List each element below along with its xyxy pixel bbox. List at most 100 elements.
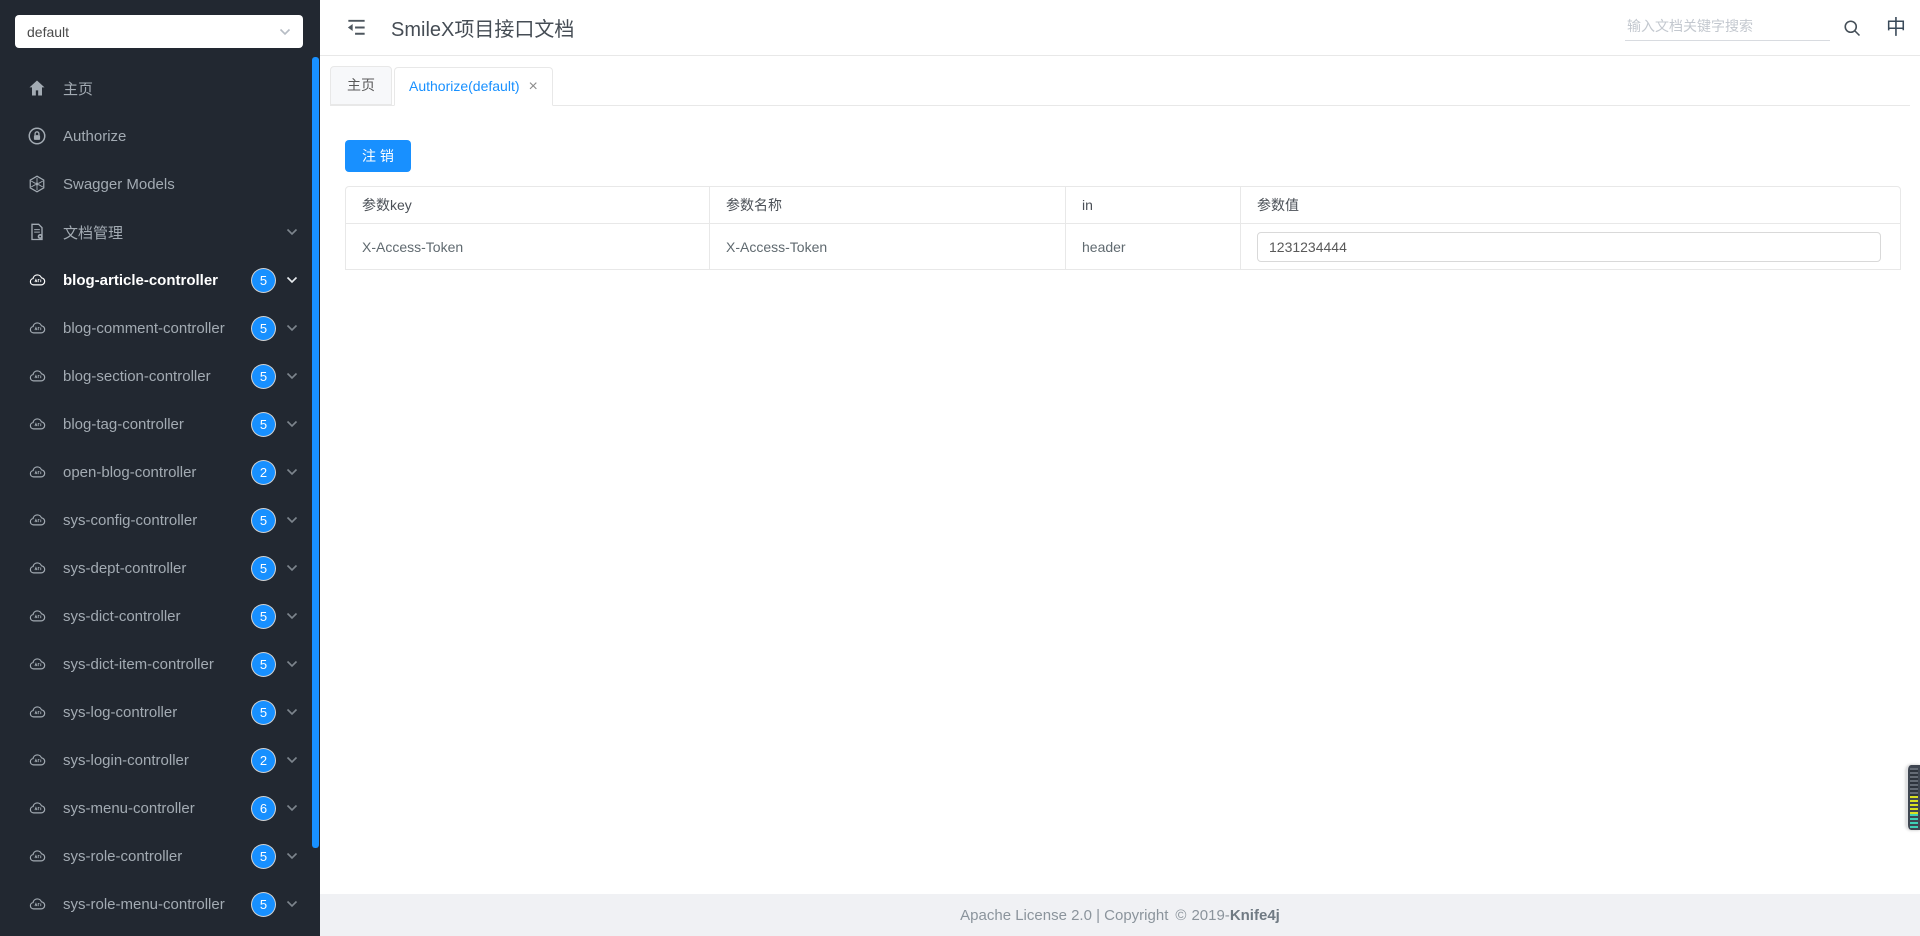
language-toggle-icon[interactable]: 中 (1886, 18, 1906, 38)
tab-label: Authorize(default) (409, 78, 520, 94)
footer-brand: Knife4j (1229, 906, 1280, 924)
menu-fold-icon[interactable] (345, 16, 369, 40)
api-count-badge: 2 (252, 748, 275, 772)
striped-widget-dark-section (1910, 768, 1918, 796)
api-cloud-icon (26, 845, 48, 867)
api-cloud-icon (26, 509, 48, 531)
sidebar-item-sys-dict-item-controller[interactable]: sys-dict-item-controller 5 (0, 640, 312, 688)
api-count-badge: 5 (252, 652, 275, 676)
sidebar: default 主页 Authorize Swagger Models 文档管理… (0, 0, 320, 936)
chevron-down-icon (286, 756, 298, 764)
column-header-param-name: 参数名称 (710, 186, 1066, 224)
models-icon (26, 173, 48, 195)
copyright-icon: © (1175, 906, 1187, 924)
chevron-down-icon (286, 324, 298, 332)
sidebar-item-sys-role-menu-controller[interactable]: sys-role-menu-controller 5 (0, 880, 312, 928)
controller-list: blog-article-controller 5 blog-comment-c… (0, 256, 312, 928)
chevron-down-icon (286, 420, 298, 428)
api-count-badge: 6 (252, 796, 275, 820)
chevron-down-icon (286, 660, 298, 668)
column-header-param-value: 参数值 (1241, 186, 1901, 224)
api-count-badge: 5 (252, 892, 275, 916)
striped-edge-widget[interactable] (1906, 765, 1920, 830)
chevron-down-icon (286, 612, 298, 620)
api-cloud-icon (26, 365, 48, 387)
search-icon[interactable] (1842, 17, 1864, 39)
sidebar-item-sys-login-controller[interactable]: sys-login-controller 2 (0, 736, 312, 784)
doc-search-input[interactable] (1625, 14, 1830, 40)
sidebar-item-blog-tag-controller[interactable]: blog-tag-controller 5 (0, 400, 312, 448)
chevron-down-icon (286, 708, 298, 716)
sidebar-item-swagger-models[interactable]: Swagger Models (0, 160, 312, 208)
cell-in: header (1066, 224, 1241, 270)
sidebar-item-label: 主页 (63, 80, 94, 98)
sidebar-item-sys-log-controller[interactable]: sys-log-controller 5 (0, 688, 312, 736)
striped-widget-yellow-section (1910, 796, 1918, 814)
logout-button[interactable]: 注 销 (345, 140, 411, 172)
api-cloud-icon (26, 797, 48, 819)
api-count-badge: 5 (252, 412, 275, 436)
api-count-badge: 5 (252, 700, 275, 724)
sidebar-item-home[interactable]: 主页 (0, 64, 312, 112)
sidebar-item-blog-article-controller[interactable]: blog-article-controller 5 (0, 256, 312, 304)
sidebar-item-sys-dict-controller[interactable]: sys-dict-controller 5 (0, 592, 312, 640)
doc-group-select-value: default (27, 23, 70, 40)
chevron-down-icon (286, 900, 298, 908)
api-cloud-icon (26, 317, 48, 339)
table-row: X-Access-Token X-Access-Token header (345, 224, 1901, 270)
api-count-badge: 5 (252, 316, 275, 340)
api-count-badge: 5 (252, 508, 275, 532)
striped-widget-teal-section (1910, 814, 1918, 828)
api-count-badge: 5 (252, 844, 275, 868)
sidebar-item-authorize[interactable]: Authorize (0, 112, 312, 160)
tab-authorize[interactable]: Authorize(default) × (394, 67, 553, 106)
sidebar-item-label: Swagger Models (63, 175, 175, 193)
authorize-table: 参数key 参数名称 in 参数值 X-Access-Token X-Acces… (345, 186, 1901, 270)
footer-license-text: Apache License 2.0 | Copyright (960, 906, 1169, 924)
tab-bar: 主页 Authorize(default) × (330, 66, 1910, 106)
chevron-down-icon (279, 28, 291, 36)
sidebar-item-open-blog-controller[interactable]: open-blog-controller 2 (0, 448, 312, 496)
main-area: SmileX项目接口文档 中 主页 Authorize(default) × 注… (320, 0, 1920, 936)
sidebar-item-sys-role-controller[interactable]: sys-role-controller 5 (0, 832, 312, 880)
chevron-down-icon (286, 276, 298, 284)
api-count-badge: 5 (252, 364, 275, 388)
api-cloud-icon (26, 653, 48, 675)
chevron-down-icon (286, 804, 298, 812)
api-cloud-icon (26, 461, 48, 483)
column-header-in: in (1066, 186, 1241, 224)
cell-param-name: X-Access-Token (710, 224, 1066, 270)
chevron-down-icon (286, 372, 298, 380)
sidebar-item-sys-config-controller[interactable]: sys-config-controller 5 (0, 496, 312, 544)
sidebar-scrollbar-thumb[interactable] (312, 57, 319, 848)
api-count-badge: 5 (252, 556, 275, 580)
authorize-panel: 注 销 参数key 参数名称 in 参数值 X-Access-Token X-A… (320, 106, 1920, 270)
tab-home[interactable]: 主页 (330, 66, 392, 105)
sidebar-item-sys-dept-controller[interactable]: sys-dept-controller 5 (0, 544, 312, 592)
chevron-down-icon (286, 468, 298, 476)
chevron-down-icon (286, 852, 298, 860)
api-count-badge: 2 (252, 460, 275, 484)
api-cloud-icon (26, 557, 48, 579)
api-cloud-icon (26, 269, 48, 291)
sidebar-item-doc-manage[interactable]: 文档管理 (0, 208, 312, 256)
token-value-input[interactable] (1257, 231, 1881, 262)
close-tab-icon[interactable]: × (529, 78, 538, 95)
chevron-down-icon (286, 228, 298, 236)
page-title: SmileX项目接口文档 (391, 19, 575, 41)
cell-param-key: X-Access-Token (345, 224, 710, 270)
cell-param-value (1241, 224, 1901, 270)
sidebar-item-blog-comment-controller[interactable]: blog-comment-controller 5 (0, 304, 312, 352)
sidebar-item-blog-section-controller[interactable]: blog-section-controller 5 (0, 352, 312, 400)
api-count-badge: 5 (252, 604, 275, 628)
api-cloud-icon (26, 893, 48, 915)
api-cloud-icon (26, 413, 48, 435)
api-cloud-icon (26, 605, 48, 627)
api-cloud-icon (26, 701, 48, 723)
home-icon (26, 77, 48, 99)
sidebar-menu: 主页 Authorize Swagger Models 文档管理 blog-ar… (0, 64, 312, 928)
sidebar-item-sys-menu-controller[interactable]: sys-menu-controller 6 (0, 784, 312, 832)
sidebar-item-label: Authorize (63, 127, 127, 145)
footer: Apache License 2.0 | Copyright © 2019- Kn… (320, 894, 1920, 936)
doc-group-select[interactable]: default (15, 15, 303, 48)
